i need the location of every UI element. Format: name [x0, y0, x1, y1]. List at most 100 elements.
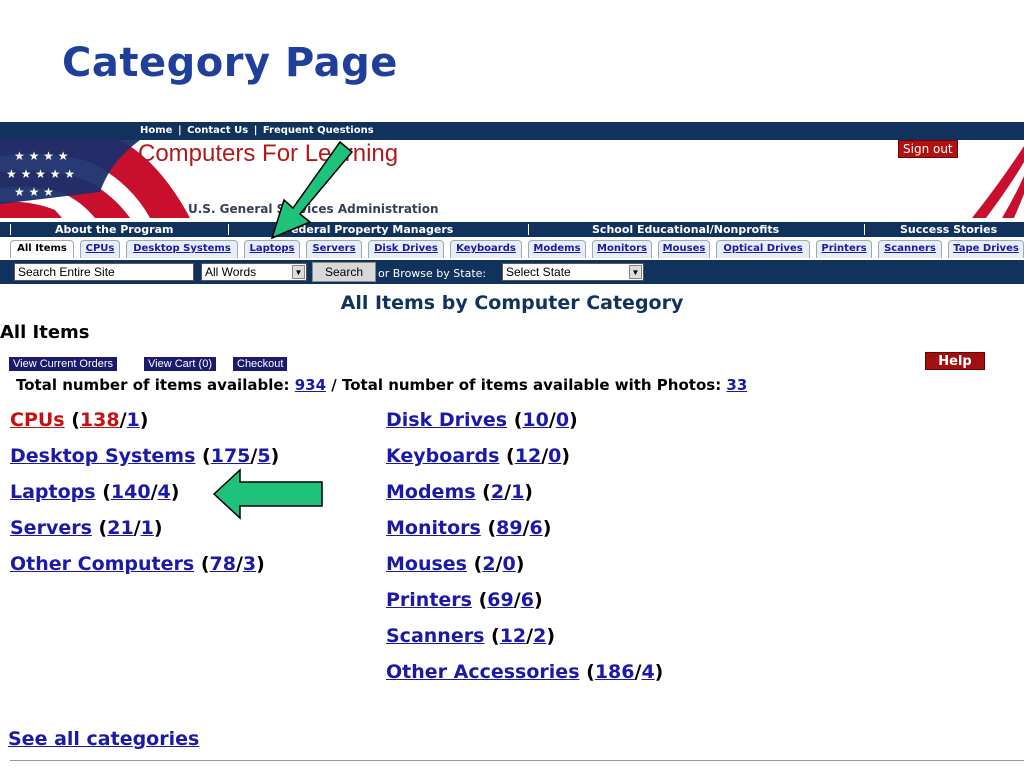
section-heading: All Items	[0, 322, 90, 343]
callout-arrow-laptops-category-icon	[212, 468, 323, 520]
category-link[interactable]: Desktop Systems	[10, 445, 195, 467]
category-link[interactable]: Keyboards	[386, 445, 499, 467]
total-photos-link[interactable]: 33	[726, 376, 747, 394]
category-photos-link[interactable]: 4	[158, 481, 171, 503]
category-count-link[interactable]: 2	[482, 553, 495, 575]
faq-link[interactable]: Frequent Questions	[263, 125, 374, 136]
site-banner: ★ ★ ★ ★ ★ ★ ★ ★ ★ ★ ★ ★ Home | Contact U…	[0, 122, 1024, 218]
category-photos-link[interactable]: 0	[548, 445, 561, 467]
category-count-link[interactable]: 12	[500, 625, 526, 647]
tab-keyboards[interactable]: Keyboards	[450, 240, 522, 258]
category-count-link[interactable]: 12	[515, 445, 541, 467]
category-tabs: All Items CPUs Desktop Systems Laptops S…	[0, 238, 1024, 262]
svg-text:★ ★ ★: ★ ★ ★	[14, 185, 54, 199]
category-link[interactable]: Servers	[10, 517, 92, 539]
tab-tape-drives[interactable]: Tape Drives	[948, 240, 1024, 258]
category-laptops: Laptops (140/4)	[10, 481, 180, 503]
checkout-button[interactable]: Checkout	[232, 356, 289, 372]
category-count-link[interactable]: 89	[496, 517, 522, 539]
tab-disk-drives[interactable]: Disk Drives	[368, 240, 444, 258]
tab-servers[interactable]: Servers	[306, 240, 362, 258]
dropdown-arrow-icon: ▼	[629, 265, 642, 279]
category-count-link[interactable]: 78	[210, 553, 236, 575]
see-all-categories-link[interactable]: See all categories	[8, 728, 199, 750]
category-link[interactable]: Laptops	[10, 481, 96, 503]
category-desktop-systems: Desktop Systems (175/5)	[10, 445, 280, 467]
category-disk-drives: Disk Drives (10/0)	[386, 409, 578, 431]
help-button[interactable]: Help	[925, 352, 985, 370]
category-link[interactable]: Scanners	[386, 625, 484, 647]
category-link[interactable]: CPUs	[10, 409, 65, 431]
tab-laptops[interactable]: Laptops	[244, 240, 300, 258]
search-input[interactable]: Search Entire Site	[14, 263, 194, 281]
category-count-link[interactable]: 2	[491, 481, 504, 503]
tab-printers[interactable]: Printers	[816, 240, 872, 258]
category-servers: Servers (21/1)	[10, 517, 163, 539]
category-link[interactable]: Modems	[386, 481, 476, 503]
category-monitors: Monitors (89/6)	[386, 517, 552, 539]
search-mode-select[interactable]: All Words ▼	[201, 263, 307, 281]
tab-desktop-systems[interactable]: Desktop Systems	[126, 240, 238, 258]
tab-cpus[interactable]: CPUs	[80, 240, 120, 258]
totals-photos-label: / Total number of items available with P…	[331, 376, 722, 394]
category-keyboards: Keyboards (12/0)	[386, 445, 571, 467]
category-link[interactable]: Disk Drives	[386, 409, 507, 431]
category-printers: Printers (69/6)	[386, 589, 543, 611]
category-photos-link[interactable]: 4	[641, 661, 654, 683]
state-select-value: Select State	[506, 265, 571, 279]
category-photos-link[interactable]: 0	[556, 409, 569, 431]
tab-all-items[interactable]: All Items	[10, 240, 74, 258]
category-photos-link[interactable]: 1	[511, 481, 524, 503]
category-photos-link[interactable]: 1	[127, 409, 140, 431]
section-school[interactable]: School Educational/Nonprofits	[592, 223, 779, 236]
tab-optical-drives[interactable]: Optical Drives	[716, 240, 810, 258]
category-photos-link[interactable]: 5	[257, 445, 270, 467]
view-cart-button[interactable]: View Cart (0)	[143, 356, 217, 372]
category-link[interactable]: Printers	[386, 589, 472, 611]
page-heading: All Items by Computer Category	[340, 292, 684, 314]
category-link[interactable]: Monitors	[386, 517, 481, 539]
category-cpus: CPUs (138/1)	[10, 409, 149, 431]
category-count-link[interactable]: 69	[487, 589, 513, 611]
view-current-orders-button[interactable]: View Current Orders	[8, 356, 119, 372]
category-count-link[interactable]: 21	[107, 517, 133, 539]
search-button[interactable]: Search	[312, 262, 376, 282]
separator: |	[253, 125, 258, 136]
category-count-link[interactable]: 138	[80, 409, 120, 431]
category-count-link[interactable]: 175	[211, 445, 251, 467]
svg-text:★ ★ ★ ★: ★ ★ ★ ★	[14, 149, 68, 163]
totals-line: Total number of items available: 934 / T…	[16, 376, 747, 394]
category-link[interactable]: Mouses	[386, 553, 467, 575]
home-link[interactable]: Home	[140, 125, 172, 136]
svg-text:★ ★ ★ ★ ★: ★ ★ ★ ★ ★	[6, 167, 75, 181]
section-about[interactable]: About the Program	[55, 223, 173, 236]
category-other-accessories: Other Accessories (186/4)	[386, 661, 664, 683]
category-photos-link[interactable]: 1	[141, 517, 154, 539]
tab-modems[interactable]: Modems	[528, 240, 586, 258]
category-count-link[interactable]: 186	[595, 661, 635, 683]
browse-state-label: or Browse by State:	[378, 267, 487, 280]
category-count-link[interactable]: 10	[522, 409, 548, 431]
category-photos-link[interactable]: 0	[503, 553, 516, 575]
top-nav-bar: Home | Contact Us | Frequent Questions	[0, 122, 1024, 140]
category-count-link[interactable]: 140	[111, 481, 151, 503]
contact-us-link[interactable]: Contact Us	[187, 125, 248, 136]
state-select[interactable]: Select State ▼	[502, 263, 644, 281]
category-photos-link[interactable]: 6	[521, 589, 534, 611]
tab-scanners[interactable]: Scanners	[878, 240, 942, 258]
category-link[interactable]: Other Computers	[10, 553, 194, 575]
category-photos-link[interactable]: 2	[533, 625, 546, 647]
sign-out-button[interactable]: Sign out	[898, 140, 958, 158]
category-photos-link[interactable]: 6	[530, 517, 543, 539]
section-nav-bar: About the Program Federal Property Manag…	[0, 222, 1024, 237]
total-items-link[interactable]: 934	[295, 376, 326, 394]
tab-monitors[interactable]: Monitors	[592, 240, 652, 258]
category-photos-link[interactable]: 3	[243, 553, 256, 575]
separator: |	[177, 125, 182, 136]
category-mouses: Mouses (2/0)	[386, 553, 525, 575]
tab-mouses[interactable]: Mouses	[658, 240, 710, 258]
section-success[interactable]: Success Stories	[900, 223, 997, 236]
category-modems: Modems (2/1)	[386, 481, 533, 503]
category-link[interactable]: Other Accessories	[386, 661, 580, 683]
search-mode-value: All Words	[205, 265, 257, 279]
